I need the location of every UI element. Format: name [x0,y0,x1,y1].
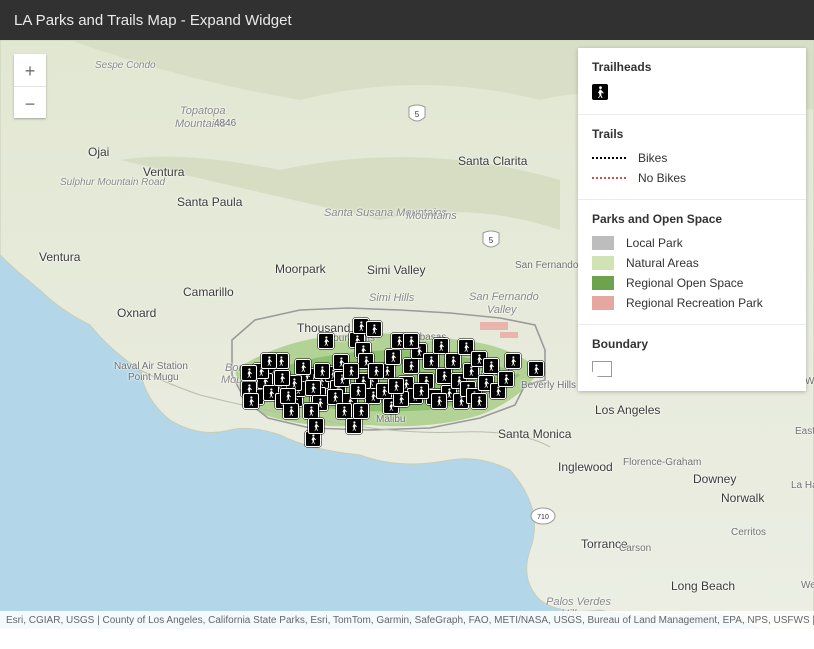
legend-section-trails: Trails Bikes No Bikes [578,115,806,200]
legend-title: Trailheads [592,60,792,74]
color-swatch [592,256,614,270]
svg-text:5: 5 [489,236,494,245]
legend-panel: Trailheads Trails Bikes No Bikes Parks a… [578,48,806,391]
color-swatch [592,296,614,310]
legend-item: No Bikes [592,171,792,185]
trailhead-marker[interactable] [403,333,419,349]
legend-label: No Bikes [638,171,686,185]
legend-item: Regional Recreation Park [592,296,792,310]
svg-text:710: 710 [537,514,549,521]
legend-item: Local Park [592,236,792,250]
app-header: LA Parks and Trails Map - Expand Widget [0,0,814,40]
boundary-swatch [592,361,612,377]
trailhead-marker[interactable] [283,403,299,419]
trailhead-marker[interactable] [353,403,369,419]
legend-item: Natural Areas [592,256,792,270]
attribution-bar: Esri, CGIAR, USGS | County of Los Angele… [0,611,814,629]
trailhead-marker[interactable] [528,361,544,377]
trailhead-marker[interactable] [308,418,324,434]
color-swatch [592,276,614,290]
legend-section-boundary: Boundary [578,325,806,391]
trailhead-marker[interactable] [436,368,452,384]
trailhead-marker[interactable] [318,333,334,349]
legend-title: Trails [592,127,792,141]
trailhead-marker[interactable] [385,349,401,365]
trailhead-marker[interactable] [368,363,384,379]
trailhead-marker[interactable] [498,371,514,387]
hiker-icon [592,84,608,100]
trailhead-marker[interactable] [433,338,449,354]
trailhead-marker[interactable] [388,378,404,394]
zoom-control: + − [14,54,46,118]
line-swatch-bikes [592,157,626,159]
trailhead-marker[interactable] [280,388,296,404]
trailhead-marker[interactable] [336,403,352,419]
map-view[interactable]: 5 5 710 PalmdaleOjaiTopatopaMountains484… [0,40,814,629]
trailhead-marker[interactable] [423,353,439,369]
trailhead-marker[interactable] [505,353,521,369]
trailhead-marker[interactable] [241,365,257,381]
trailhead-marker[interactable] [483,358,499,374]
legend-label: Natural Areas [626,256,699,270]
legend-item: Bikes [592,151,792,165]
trailhead-marker[interactable] [431,393,447,409]
trailhead-marker[interactable] [346,418,362,434]
line-swatch-nobikes [592,177,626,179]
trailhead-marker[interactable] [413,383,429,399]
zoom-in-button[interactable]: + [14,54,46,86]
trailhead-marker[interactable] [261,353,277,369]
trailhead-marker[interactable] [243,393,259,409]
trailhead-marker[interactable] [305,380,321,396]
trailhead-marker[interactable] [314,363,330,379]
legend-section-trailheads: Trailheads [578,48,806,115]
legend-title: Parks and Open Space [592,212,792,226]
zoom-out-button[interactable]: − [14,86,46,118]
legend-label: Local Park [626,236,683,250]
legend-label: Bikes [638,151,667,165]
trailhead-marker[interactable] [403,358,419,374]
trailhead-marker[interactable] [445,353,461,369]
trailhead-marker[interactable] [303,403,319,419]
svg-text:5: 5 [415,110,420,119]
attribution-text: Esri, CGIAR, USGS | County of Los Angele… [6,615,814,626]
color-swatch [592,236,614,250]
legend-item: Regional Open Space [592,276,792,290]
trailhead-marker[interactable] [366,321,382,337]
trailhead-marker[interactable] [295,359,311,375]
trailhead-marker[interactable] [471,393,487,409]
legend-title: Boundary [592,337,792,351]
legend-section-parks: Parks and Open Space Local Park Natural … [578,200,806,325]
trailhead-marker[interactable] [274,370,290,386]
trailhead-marker[interactable] [350,383,366,399]
trailhead-marker[interactable] [343,363,359,379]
app-title: LA Parks and Trails Map - Expand Widget [14,12,292,29]
legend-label: Regional Open Space [626,276,743,290]
legend-label: Regional Recreation Park [626,296,763,310]
